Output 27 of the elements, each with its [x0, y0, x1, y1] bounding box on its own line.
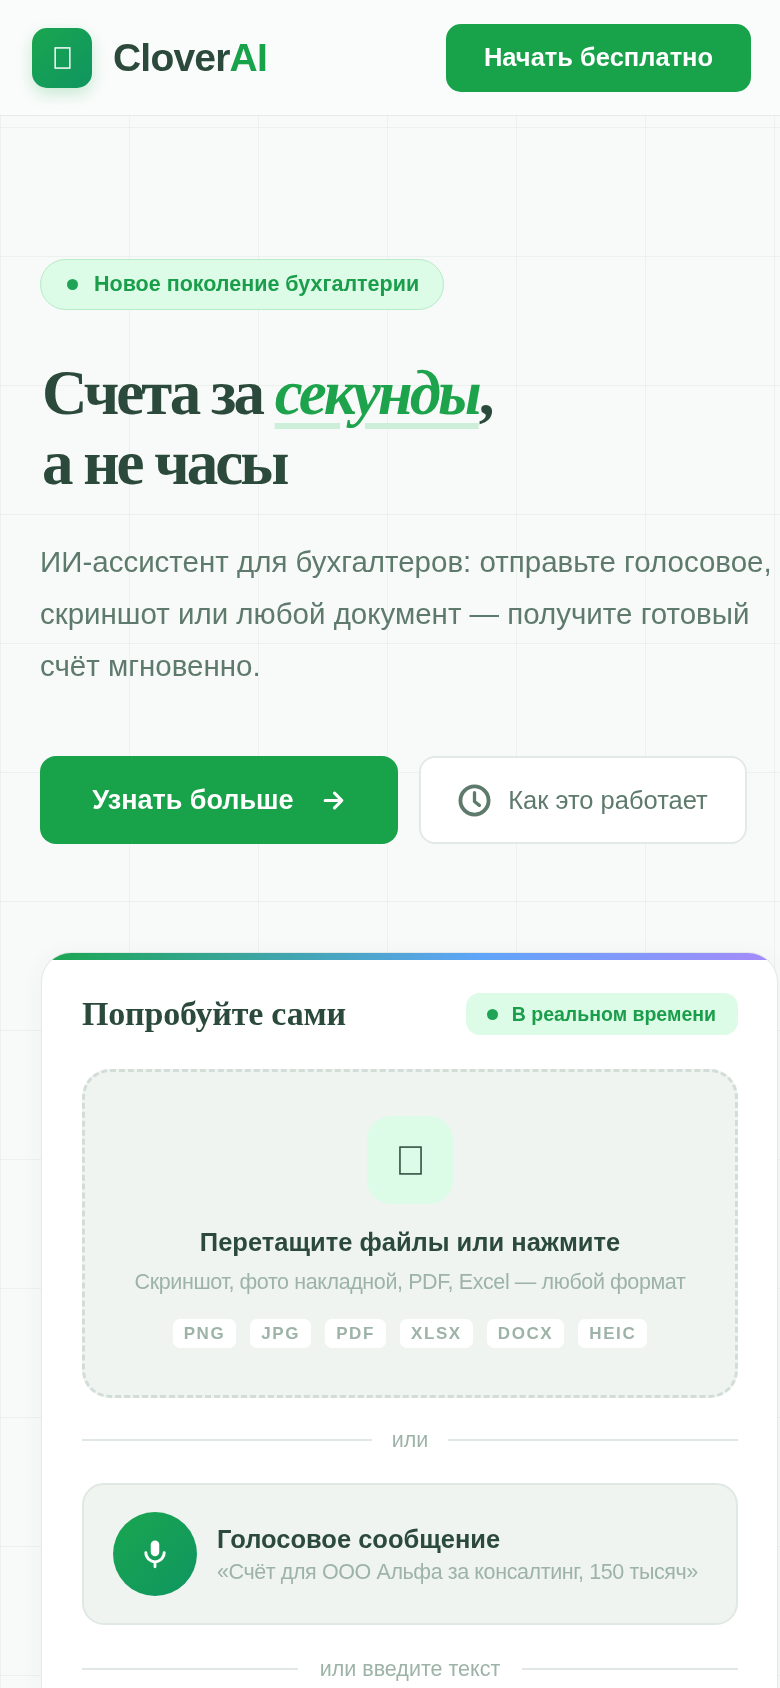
text-input-divider-text: или введите текст	[319, 1656, 501, 1683]
logo-icon	[32, 27, 92, 88]
hero-title: Счета за секунды, а не часы	[42, 358, 492, 498]
status-dot-icon	[486, 1008, 498, 1020]
start-free-button[interactable]: Начать бесплатно	[446, 23, 751, 92]
dropzone-title: Перетащите файлы или нажмите	[199, 1227, 621, 1258]
clock-icon	[458, 783, 492, 817]
badge-text: В реальном времени	[511, 1002, 716, 1026]
badge-text: Новое поколение бухгалтерии	[94, 272, 420, 297]
file-dropzone[interactable]: Перетащите файлы или нажмите Скриншот, фото накладной, PDF, Excel — любой формат PNG JPG PDF XLSX DOCX HEIC	[82, 1069, 738, 1398]
or-divider-text: или	[391, 1427, 429, 1454]
dropzone-hint: Скриншот, фото накладной, PDF, Excel — любой формат	[134, 1269, 686, 1296]
hero-description: ИИ-ассистент для бухгалтеров: отправьте голосовое, скриншот или любой документ — получите готовый счёт мгновенно.	[40, 544, 773, 684]
voice-message-card[interactable]: Голосовое сообщение «Счёт для ООО Альфа за консалтинг, 150 тысяч»	[82, 1483, 738, 1625]
format-tag: PDF	[325, 1319, 386, 1348]
how-it-works-button[interactable]: Как это работает	[419, 756, 747, 844]
logo-wordmark: CloverAI	[113, 35, 267, 80]
format-tag: JPG	[250, 1319, 312, 1348]
format-tag: HEIC	[578, 1319, 648, 1348]
format-tag: PNG	[172, 1319, 237, 1348]
voice-message-example: «Счёт для ООО Альфа за консалтинг, 150 тысяч»	[217, 1558, 698, 1586]
voice-message-title: Голосовое сообщение	[217, 1523, 502, 1555]
format-tag: DOCX	[486, 1319, 565, 1348]
learn-more-button[interactable]: Узнать больше	[40, 756, 398, 844]
format-tag: XLSX	[399, 1319, 473, 1348]
status-dot-icon	[67, 279, 78, 290]
demo-title: Попробуйте сами	[82, 995, 346, 1033]
